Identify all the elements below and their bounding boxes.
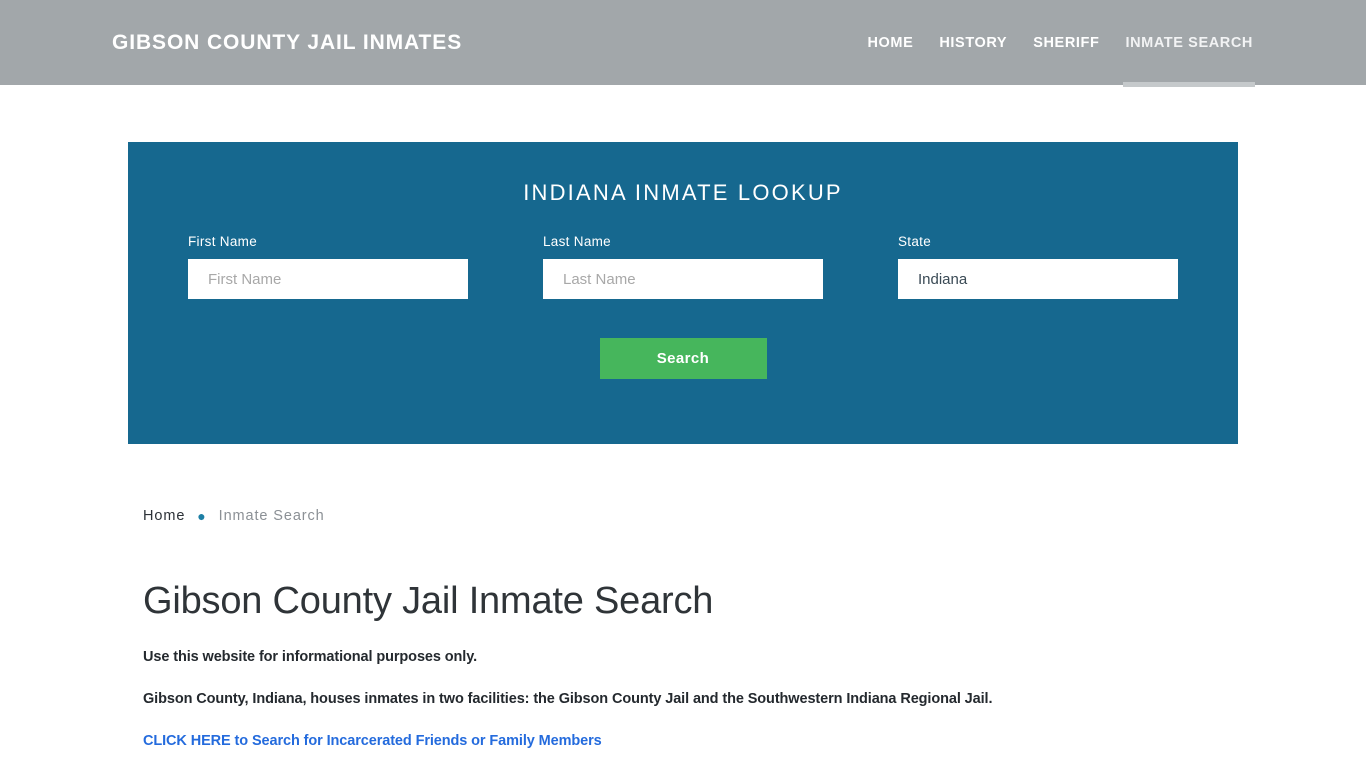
state-field-group: State	[898, 234, 1178, 299]
lookup-title: INDIANA INMATE LOOKUP	[523, 180, 843, 205]
main-content: Home ● Inmate Search Gibson County Jail …	[0, 508, 1366, 768]
first-name-field-group: First Name	[188, 234, 468, 299]
breadcrumb-current: Inmate Search	[218, 508, 325, 524]
breadcrumb-separator-icon: ●	[197, 508, 207, 524]
last-name-input[interactable]	[543, 259, 823, 299]
last-name-field-group: Last Name	[543, 234, 823, 299]
main-navigation: HOME HISTORY SHERIFF INMATE SEARCH	[867, 0, 1255, 87]
state-input[interactable]	[898, 259, 1178, 299]
state-label: State	[898, 234, 932, 249]
lookup-panel-wrapper: INDIANA INMATE LOOKUP First Name Last Na…	[0, 85, 1366, 444]
paragraph-disclaimer: Use this website for informational purpo…	[143, 649, 478, 665]
nav-item-home[interactable]: HOME	[867, 0, 913, 85]
breadcrumb: Home ● Inmate Search	[143, 508, 1238, 524]
breadcrumb-home-link[interactable]: Home	[143, 508, 185, 524]
lookup-field-row: First Name Last Name State	[188, 234, 1178, 299]
paragraph-facilities: Gibson County, Indiana, houses inmates i…	[143, 691, 993, 707]
nav-item-inmate-search[interactable]: INMATE SEARCH	[1123, 0, 1255, 87]
site-header: GIBSON COUNTY JAIL INMATES HOME HISTORY …	[0, 0, 1366, 87]
page-title: Gibson County Jail Inmate Search	[143, 580, 714, 622]
nav-item-sheriff[interactable]: SHERIFF	[1033, 0, 1099, 85]
first-name-input[interactable]	[188, 259, 468, 299]
nav-item-history[interactable]: HISTORY	[939, 0, 1007, 85]
inmate-lookup-panel: INDIANA INMATE LOOKUP First Name Last Na…	[128, 142, 1238, 444]
first-name-label: First Name	[188, 234, 258, 249]
search-button-row: Search	[188, 338, 1178, 379]
site-title: GIBSON COUNTY JAIL INMATES	[112, 30, 463, 54]
last-name-label: Last Name	[543, 234, 611, 249]
inmate-search-link[interactable]: CLICK HERE to Search for Incarcerated Fr…	[143, 733, 1238, 749]
search-button[interactable]: Search	[599, 338, 767, 379]
